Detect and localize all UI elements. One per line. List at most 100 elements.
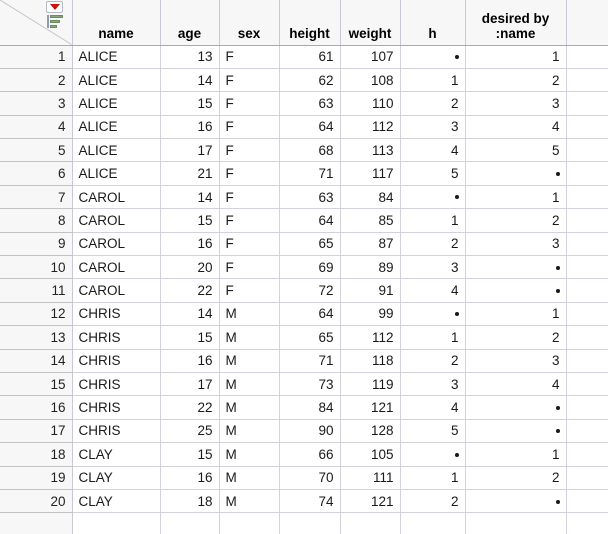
cell-h[interactable]: 3 [400, 115, 466, 140]
cell-sex[interactable]: F [219, 45, 280, 69]
cell-age[interactable]: 15 [160, 442, 220, 467]
table-row[interactable]: 8 CAROL 15 F 64 85 1 2 [0, 208, 608, 233]
cell-name[interactable]: CAROL [72, 255, 161, 280]
cell-height[interactable]: 73 [279, 372, 341, 397]
cell-age[interactable]: 15 [160, 325, 220, 350]
table-row[interactable]: 20 CLAY 18 M 74 121 2 [0, 489, 608, 514]
cell-height[interactable]: 64 [279, 115, 341, 140]
cell-name[interactable]: ALICE [72, 115, 161, 140]
green-sort-bars-icon[interactable] [46, 15, 63, 28]
column-header-sex[interactable]: sex [219, 0, 280, 46]
cell-weight[interactable]: 105 [340, 442, 401, 467]
cell-weight[interactable]: 121 [340, 395, 401, 420]
cell-weight[interactable]: 89 [340, 255, 401, 280]
cell-desired-by-name[interactable]: 4 [465, 372, 567, 397]
row-number-cell[interactable]: 12 [0, 302, 73, 327]
cell-desired-by-name[interactable]: 3 [465, 91, 567, 116]
row-number-cell[interactable]: 9 [0, 232, 73, 257]
row-number-cell[interactable]: 8 [0, 208, 73, 233]
cell-h[interactable]: 4 [400, 138, 466, 163]
row-number-cell[interactable]: 14 [0, 349, 73, 373]
grid-corner-cell[interactable] [0, 0, 73, 46]
cell-age[interactable]: 21 [160, 161, 220, 186]
cell-weight[interactable]: 87 [340, 232, 401, 257]
cell-weight[interactable]: 110 [340, 91, 401, 116]
cell-height[interactable]: 71 [279, 161, 341, 186]
row-number-cell[interactable]: 17 [0, 419, 73, 444]
row-number-cell[interactable]: 19 [0, 466, 73, 490]
cell-desired-by-name[interactable]: 2 [465, 466, 567, 490]
cell-weight[interactable]: 99 [340, 302, 401, 327]
cell-name[interactable]: CAROL [72, 185, 161, 210]
red-dropdown-triangle-icon[interactable] [46, 1, 63, 13]
table-row[interactable]: 6 ALICE 21 F 71 117 5 [0, 161, 608, 186]
cell-weight[interactable]: 128 [340, 419, 401, 444]
cell-age[interactable]: 17 [160, 372, 220, 397]
cell-height[interactable]: 69 [279, 255, 341, 280]
cell-age[interactable]: 16 [160, 115, 220, 140]
table-row[interactable]: 11 CAROL 22 F 72 91 4 [0, 278, 608, 303]
table-row[interactable]: 17 CHRIS 25 M 90 128 5 [0, 419, 608, 444]
cell-h[interactable]: 5 [400, 419, 466, 444]
row-number-cell[interactable]: 5 [0, 138, 73, 163]
cell-age[interactable]: 14 [160, 185, 220, 210]
table-row[interactable]: 18 CLAY 15 M 66 105 1 [0, 442, 608, 467]
table-row[interactable]: 15 CHRIS 17 M 73 119 3 4 [0, 372, 608, 397]
row-number-cell[interactable]: 3 [0, 91, 73, 116]
cell-weight[interactable]: 118 [340, 349, 401, 373]
cell-age[interactable]: 22 [160, 278, 220, 303]
cell-h[interactable]: 1 [400, 466, 466, 490]
cell-height[interactable]: 62 [279, 68, 341, 93]
cell-sex[interactable]: F [219, 68, 280, 93]
cell-h[interactable]: 1 [400, 325, 466, 350]
table-row[interactable]: 1 ALICE 13 F 61 107 1 [0, 45, 608, 69]
cell-height[interactable]: 65 [279, 232, 341, 257]
cell-age[interactable]: 18 [160, 489, 220, 514]
cell-desired-by-name[interactable]: 1 [465, 45, 567, 69]
cell-name[interactable]: CAROL [72, 208, 161, 233]
cell-h[interactable]: 1 [400, 68, 466, 93]
cell-desired-by-name[interactable]: 2 [465, 325, 567, 350]
cell-desired-by-name[interactable]: 2 [465, 68, 567, 93]
cell-sex[interactable]: M [219, 349, 280, 373]
table-row[interactable]: 12 CHRIS 14 M 64 99 1 [0, 302, 608, 327]
cell-height[interactable]: 84 [279, 395, 341, 420]
row-number-cell[interactable]: 15 [0, 372, 73, 397]
cell-h[interactable] [400, 442, 466, 467]
cell-height[interactable]: 63 [279, 185, 341, 210]
cell-weight[interactable]: 108 [340, 68, 401, 93]
cell-height[interactable]: 66 [279, 442, 341, 467]
cell-desired-by-name[interactable]: 2 [465, 208, 567, 233]
row-number-cell[interactable]: 11 [0, 278, 73, 303]
cell-height[interactable]: 64 [279, 208, 341, 233]
table-row[interactable]: 9 CAROL 16 F 65 87 2 3 [0, 232, 608, 257]
cell-sex[interactable]: F [219, 255, 280, 280]
cell-age[interactable]: 15 [160, 208, 220, 233]
cell-weight[interactable]: 85 [340, 208, 401, 233]
cell-h[interactable]: 3 [400, 255, 466, 280]
cell-age[interactable]: 14 [160, 302, 220, 327]
cell-h[interactable] [400, 185, 466, 210]
cell-age[interactable]: 16 [160, 232, 220, 257]
cell-sex[interactable]: F [219, 91, 280, 116]
cell-name[interactable]: ALICE [72, 68, 161, 93]
cell-desired-by-name[interactable]: 3 [465, 349, 567, 373]
column-header-weight[interactable]: weight [340, 0, 401, 46]
cell-weight[interactable]: 84 [340, 185, 401, 210]
cell-age[interactable]: 20 [160, 255, 220, 280]
cell-desired-by-name[interactable]: 1 [465, 302, 567, 327]
cell-height[interactable]: 63 [279, 91, 341, 116]
cell-desired-by-name[interactable]: 1 [465, 185, 567, 210]
table-row[interactable]: 13 CHRIS 15 M 65 112 1 2 [0, 325, 608, 350]
cell-h[interactable]: 3 [400, 372, 466, 397]
row-number-cell[interactable]: 13 [0, 325, 73, 350]
cell-height[interactable]: 61 [279, 45, 341, 69]
table-row[interactable]: 14 CHRIS 16 M 71 118 2 3 [0, 349, 608, 373]
table-row[interactable]: 16 CHRIS 22 M 84 121 4 [0, 395, 608, 420]
cell-name[interactable]: ALICE [72, 161, 161, 186]
cell-h[interactable]: 5 [400, 161, 466, 186]
cell-sex[interactable]: M [219, 395, 280, 420]
cell-weight[interactable]: 111 [340, 466, 401, 490]
cell-age[interactable]: 25 [160, 419, 220, 444]
cell-weight[interactable]: 112 [340, 115, 401, 140]
